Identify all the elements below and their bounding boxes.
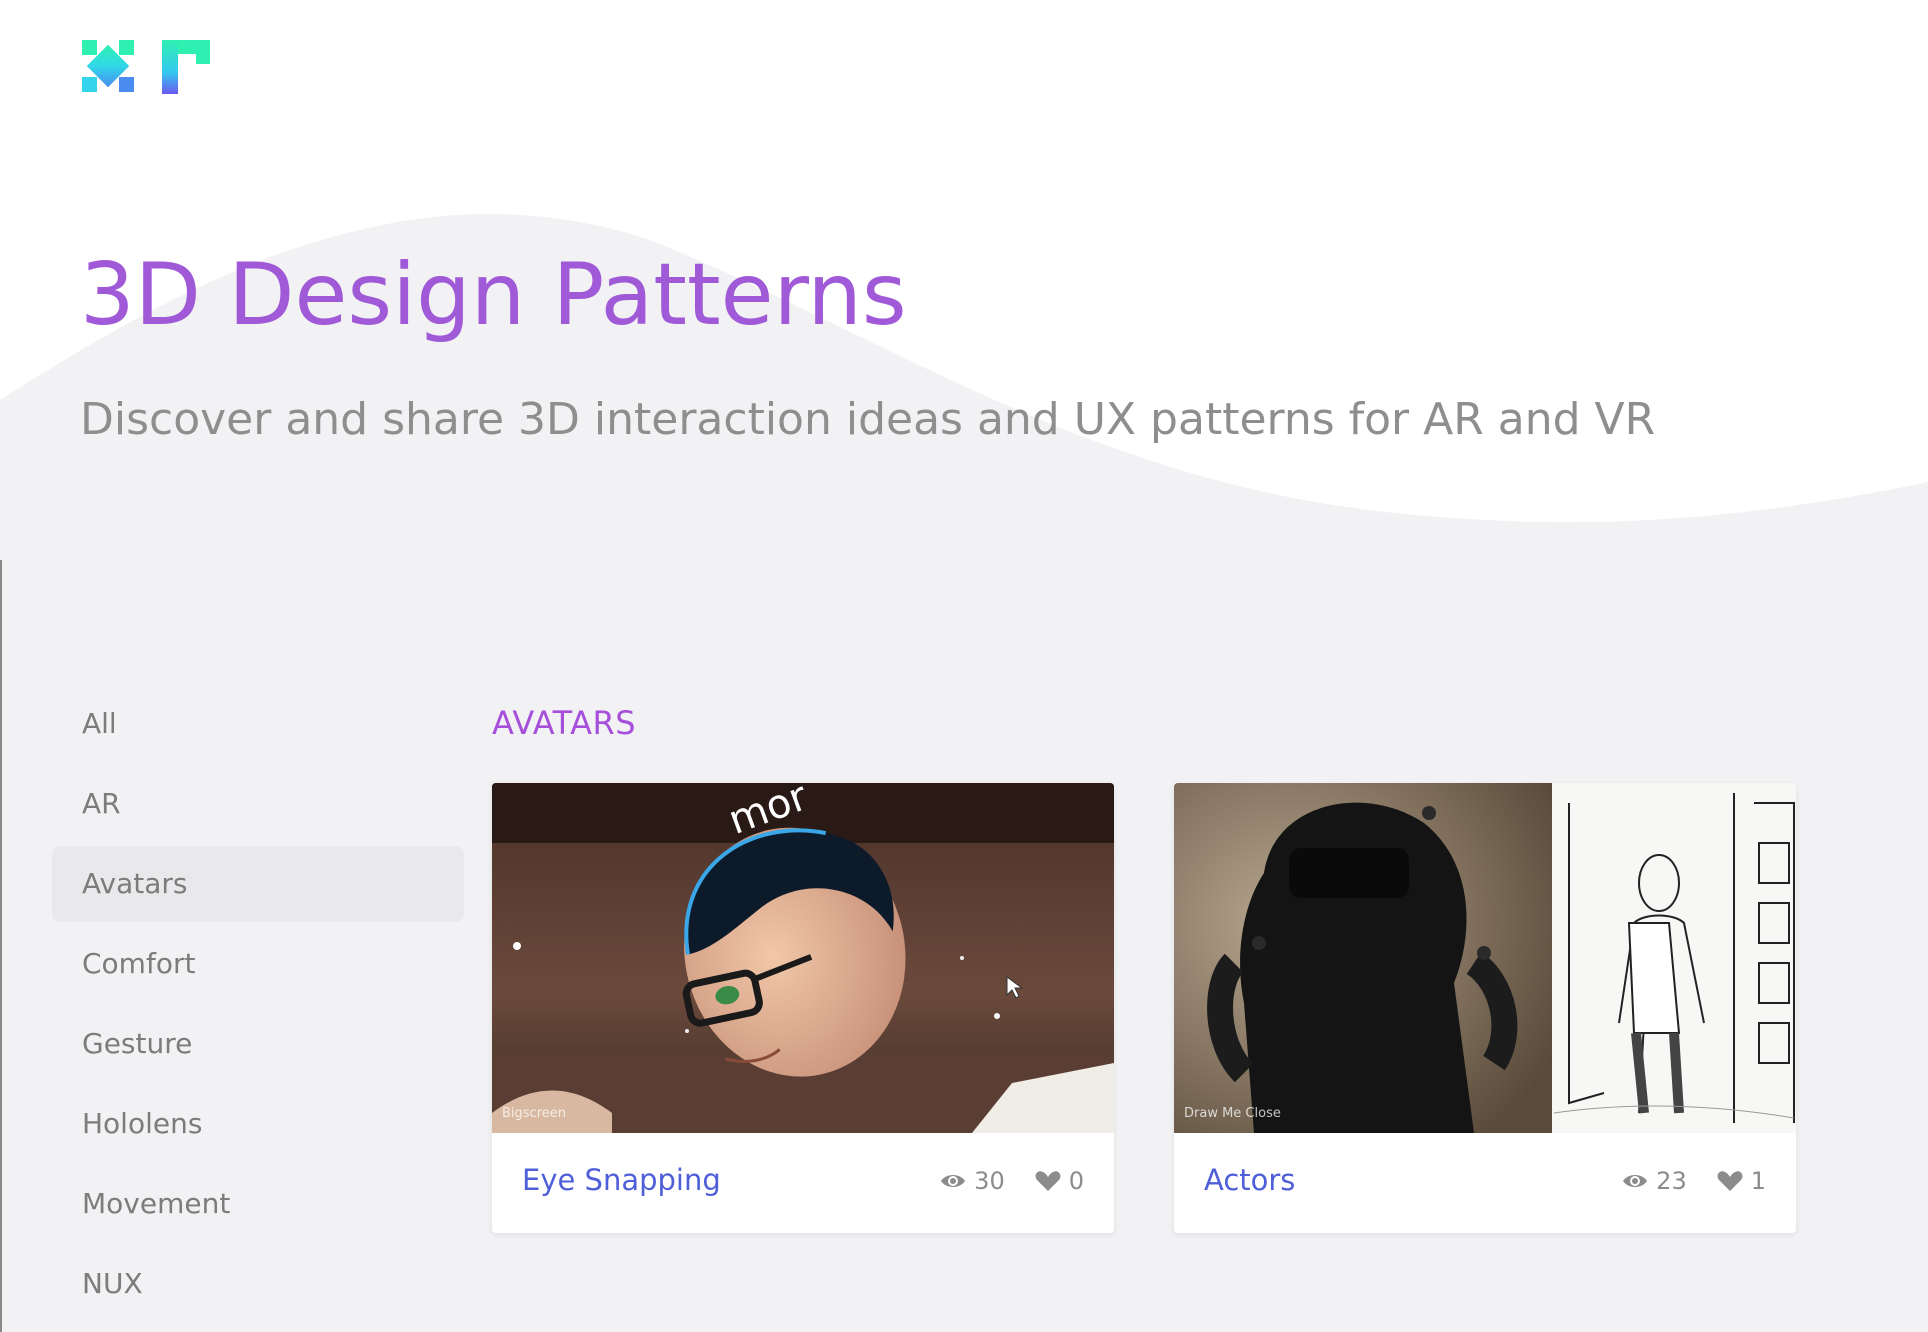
view-count: 30 (974, 1167, 1005, 1195)
like-count: 1 (1750, 1167, 1766, 1195)
eye-icon (1623, 1175, 1648, 1187)
page-title: 3D Design Patterns (80, 245, 907, 345)
sidebar-item-nux[interactable]: NUX (52, 1246, 464, 1322)
card-title-link[interactable]: Actors (1204, 1163, 1295, 1197)
view-count: 23 (1656, 1167, 1687, 1195)
thumbnail-caption: Bigscreen (502, 1106, 566, 1121)
heart-icon[interactable] (1035, 1170, 1061, 1192)
card-stats: 30 0 (940, 1167, 1084, 1195)
like-count: 0 (1068, 1167, 1084, 1195)
avatar-scene-image: mor (492, 783, 1114, 1133)
xr-logo[interactable] (80, 38, 212, 96)
sidebar-item-hololens[interactable]: Hololens (52, 1086, 464, 1162)
pattern-card-actors[interactable]: Draw Me Close Actors 23 1 (1174, 783, 1796, 1233)
sidebar-item-avatars[interactable]: Avatars (52, 846, 464, 922)
card-stats: 23 1 (1622, 1167, 1766, 1195)
heart-icon[interactable] (1717, 1170, 1743, 1192)
sidebar-item-ar[interactable]: AR (52, 766, 464, 842)
eye-icon (941, 1175, 966, 1187)
sidebar-item-comfort[interactable]: Comfort (52, 926, 464, 1002)
r-mark-icon (162, 40, 210, 94)
card-thumbnail[interactable]: Draw Me Close (1174, 783, 1796, 1133)
section-title: AVATARS (492, 704, 637, 742)
thumbnail-caption: Draw Me Close (1184, 1106, 1281, 1121)
card-thumbnail[interactable]: mor Bigscreen (492, 783, 1114, 1133)
card-title-link[interactable]: Eye Snapping (522, 1163, 721, 1197)
sidebar-item-movement[interactable]: Movement (52, 1166, 464, 1242)
x-mark-icon (82, 40, 134, 92)
pattern-card-eye-snapping[interactable]: mor Bigscreen Eye Snapping 30 0 (492, 783, 1114, 1233)
category-sidebar: All AR Avatars Comfort Gesture Hololens … (52, 686, 464, 1326)
sidebar-item-gesture[interactable]: Gesture (52, 1006, 464, 1082)
sidebar-item-all[interactable]: All (52, 686, 464, 762)
page-subtitle: Discover and share 3D interaction ideas … (80, 394, 1656, 445)
actors-scene-image (1174, 783, 1796, 1133)
